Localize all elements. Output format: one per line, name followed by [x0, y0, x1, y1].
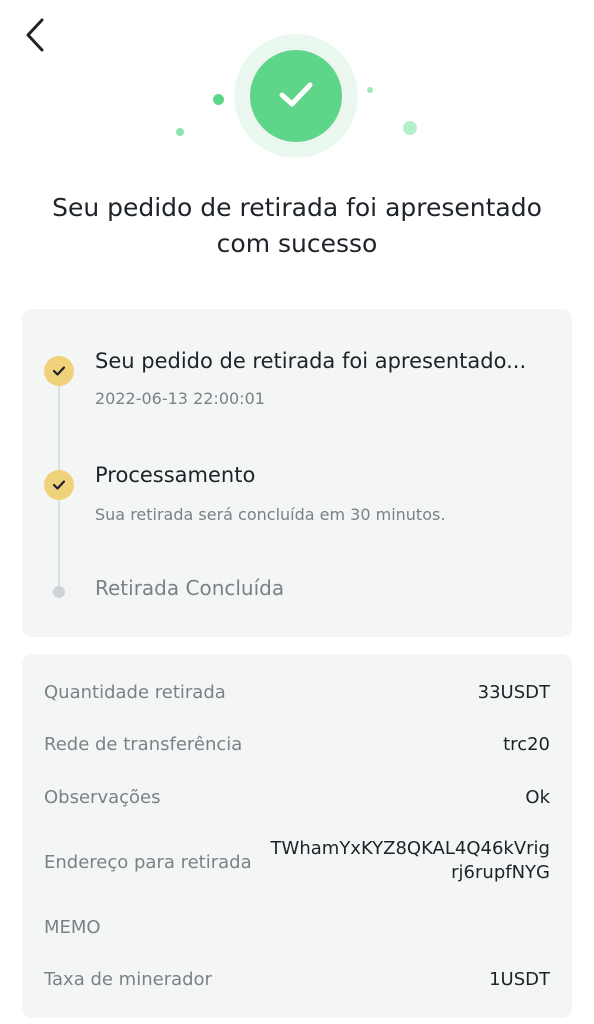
- step-title: Processamento: [95, 463, 256, 487]
- success-badge: [250, 50, 342, 142]
- checkmark-icon: [52, 366, 66, 376]
- success-illustration: [0, 0, 594, 180]
- network-label: Rede de transferência: [44, 734, 243, 755]
- step-subtitle: 2022-06-13 22:00:01: [95, 389, 265, 408]
- decor-dot: [403, 121, 417, 135]
- decor-dot: [176, 128, 184, 136]
- decor-dot: [213, 94, 224, 105]
- address-line1: TWhamYxKYZ8QKAL4Q46kVrig: [270, 838, 550, 859]
- memo-label: MEMO: [44, 917, 101, 938]
- address-value[interactable]: TWhamYxKYZ8QKAL4Q46kVrig rj6rupfNYG: [271, 837, 550, 885]
- checkmark-icon: [52, 480, 66, 490]
- decor-dot: [367, 87, 373, 93]
- amount-value: 33USDT: [477, 682, 550, 703]
- page-title-line1: Seu pedido de retirada foi apresentado: [52, 193, 542, 222]
- amount-label: Quantidade retirada: [44, 682, 226, 703]
- step-done-icon: [44, 470, 74, 500]
- address-label: Endereço para retirada: [44, 852, 252, 873]
- page-title: Seu pedido de retirada foi apresentado c…: [0, 190, 594, 262]
- step-title: Retirada Concluída: [95, 576, 285, 600]
- notes-label: Observações: [44, 787, 161, 808]
- page-title-line2: com sucesso: [216, 229, 378, 258]
- step-title: Seu pedido de retirada foi apresentado..…: [95, 349, 527, 373]
- fee-value: 1USDT: [489, 969, 550, 990]
- progress-card: Seu pedido de retirada foi apresentado..…: [22, 309, 572, 637]
- step-pending-dot: [53, 586, 65, 598]
- checkmark-icon: [279, 82, 313, 107]
- address-line2: rj6rupfNYG: [451, 862, 550, 883]
- step-subtitle: Sua retirada será concluída em 30 minuto…: [95, 505, 446, 524]
- details-card: Quantidade retirada 33USDT Rede de trans…: [22, 654, 572, 1018]
- network-value: trc20: [503, 734, 550, 755]
- notes-value: Ok: [525, 787, 550, 808]
- step-done-icon: [44, 356, 74, 386]
- fee-label: Taxa de minerador: [44, 969, 212, 990]
